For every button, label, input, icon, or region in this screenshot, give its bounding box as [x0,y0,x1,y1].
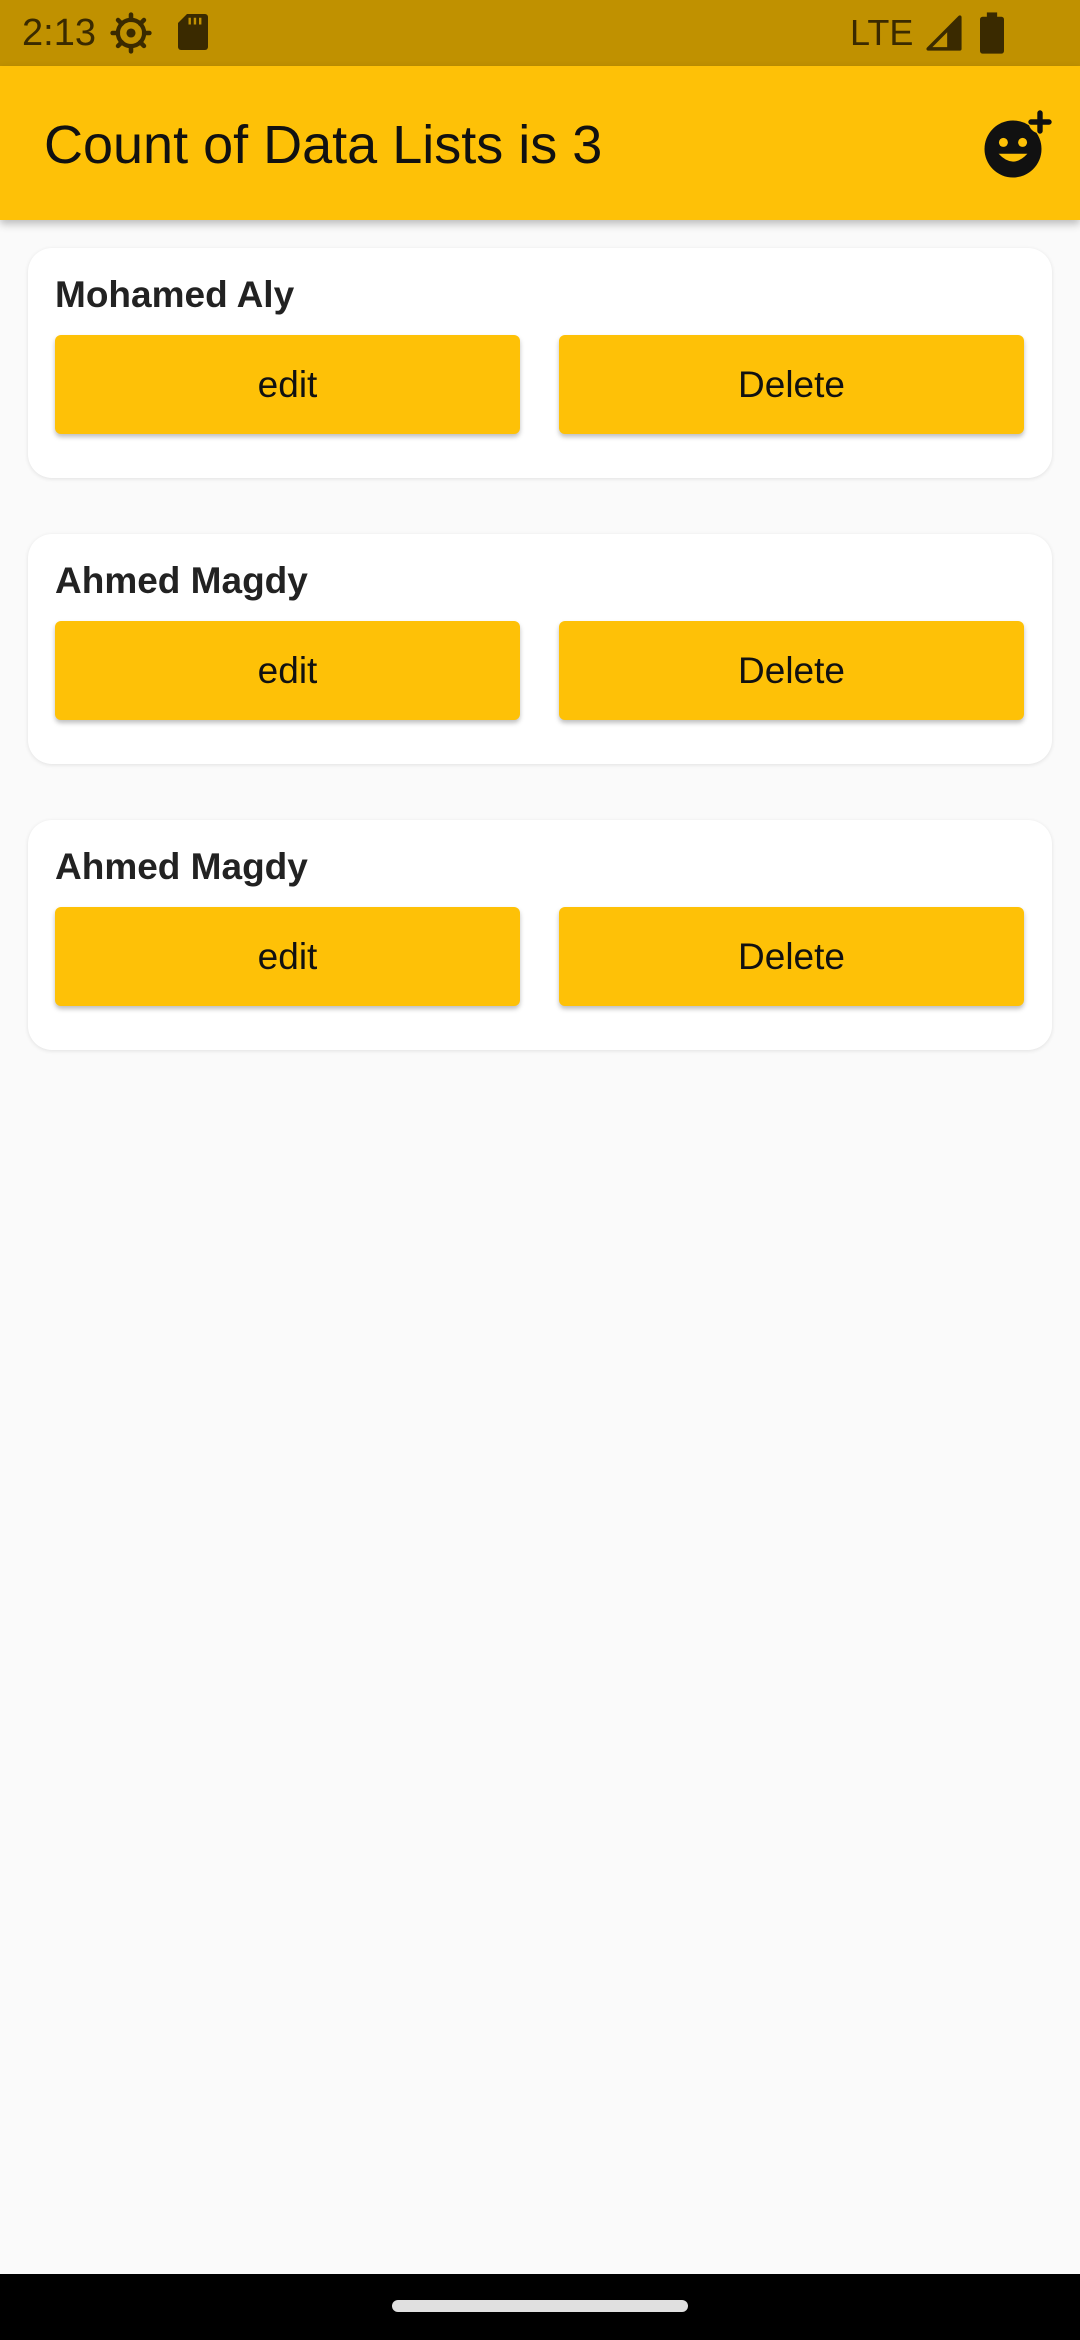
delete-button[interactable]: Delete [559,907,1024,1006]
delete-button[interactable]: Delete [559,335,1024,434]
list-item: Ahmed Magdy edit Delete [28,820,1052,1050]
item-name: Ahmed Magdy [55,846,308,887]
item-name: Mohamed Aly [55,274,295,315]
sd-card-icon [178,14,208,50]
item-name: Ahmed Magdy [55,560,308,601]
gear-icon [110,12,152,54]
delete-button[interactable]: Delete [559,621,1024,720]
status-bar: 2:13 LTE [0,0,1080,66]
edit-button[interactable]: edit [55,335,520,434]
home-gesture-handle[interactable] [392,2300,688,2312]
list-item: Ahmed Magdy edit Delete [28,534,1052,764]
list-item: Mohamed Aly edit Delete [28,248,1052,478]
page-title: Count of Data Lists is 3 [44,115,603,175]
app-bar: Count of Data Lists is 3 [0,66,1080,220]
data-list: Mohamed Aly edit Delete Ahmed Magdy edit… [28,248,1052,1106]
network-type: LTE [850,12,914,53]
navigation-bar [0,2274,1080,2340]
status-time: 2:13 [22,12,96,54]
edit-button[interactable]: edit [55,621,520,720]
edit-button[interactable]: edit [55,907,520,1006]
add-reaction-icon[interactable] [980,110,1052,182]
signal-icon [926,15,962,51]
battery-icon [980,12,1004,54]
